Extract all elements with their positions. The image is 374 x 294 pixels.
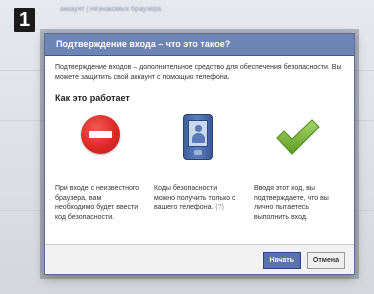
help-link[interactable]: (?)	[215, 204, 224, 211]
dialog-intro-text: Подтверждение входов – дополнительное ср…	[55, 64, 342, 81]
step-text-confirm: Вводя этот код, вы подтверждаете, что вы…	[254, 185, 329, 221]
phone-icon	[183, 114, 213, 160]
step-text-security-codes: Коды безопасности можно получить только …	[154, 184, 240, 213]
dialog-footer: Начать Отмена	[45, 244, 354, 274]
how-it-works-heading: Как это работает	[55, 93, 130, 103]
stop-icon	[81, 115, 120, 154]
step-text-unknown-browser: При входе с неизвестного браузера, вам н…	[55, 185, 140, 221]
background-top-text: аккаунт | незнакомых браузера	[60, 6, 162, 13]
start-button[interactable]: Начать	[262, 252, 301, 269]
cancel-button[interactable]: Отмена	[306, 252, 345, 269]
login-approvals-dialog: Подтверждение входа – что это такое? Под…	[44, 33, 355, 275]
dialog-title: Подтверждение входа – что это такое?	[45, 34, 354, 56]
checkmark-icon	[276, 119, 320, 155]
step-number-badge: 1	[14, 8, 35, 32]
